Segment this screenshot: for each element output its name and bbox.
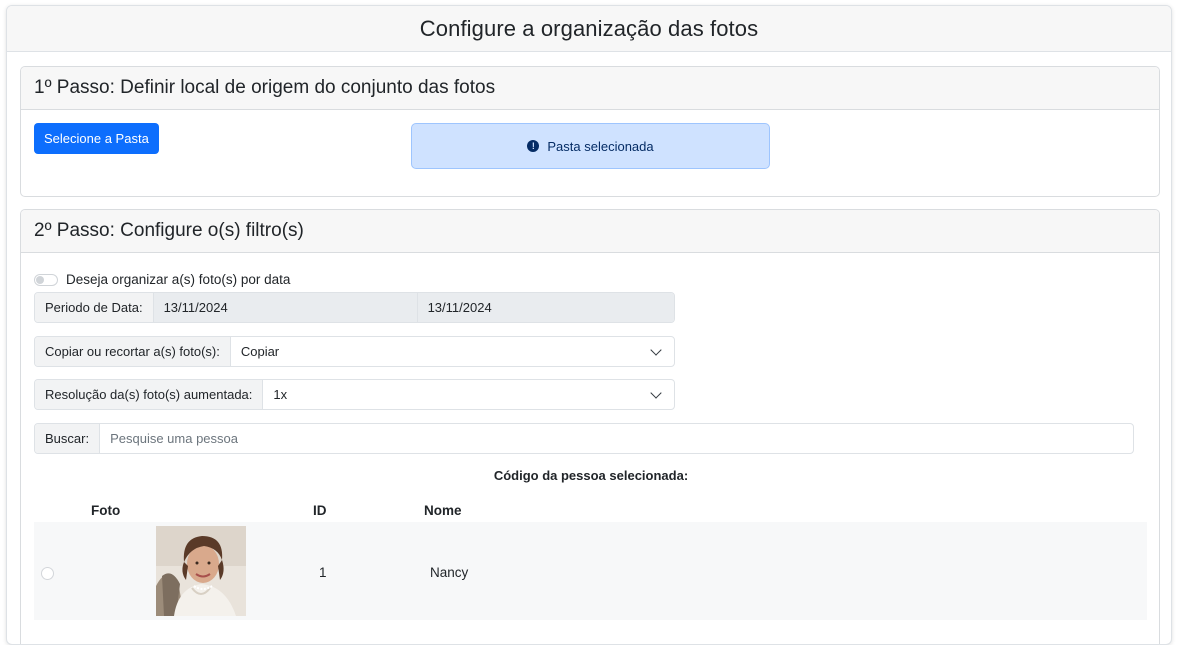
resolution-value: 1x [273,387,288,402]
column-header-id: ID [313,503,327,518]
folder-selected-alert: ! Pasta selecionada [411,123,770,169]
info-circle-icon: ! [527,140,540,152]
page-title: Configure a organização das fotos [419,15,759,41]
main-panel: Configure a organização das fotos 1º Pas… [6,5,1172,645]
step1-header: 1º Passo: Definir local de origem do con… [21,67,1159,110]
copy-or-cut-select[interactable]: Copiar [231,337,674,366]
search-input[interactable]: Pesquise uma pessoa [100,424,1133,453]
cell-name: Nancy [430,565,469,580]
date-period-label: Periodo de Data: [35,293,154,322]
people-table: Foto ID Nome 1 Nancy [34,497,1147,620]
step2-title: 2º Passo: Configure o(s) filtro(s) [34,220,304,241]
search-group: Buscar: Pesquise uma pessoa [34,423,1134,454]
step2-card: 2º Passo: Configure o(s) filtro(s) Desej… [20,209,1160,644]
date-start-field[interactable]: 13/11/2024 [153,293,417,322]
row-select-radio[interactable] [41,567,54,580]
toggle-knob [36,275,44,284]
step1-title: 1º Passo: Definir local de origem do con… [34,77,496,98]
resolution-select[interactable]: 1x [263,380,674,409]
date-end-field[interactable]: 13/11/2024 [416,293,674,322]
step2-header: 2º Passo: Configure o(s) filtro(s) [21,210,1159,253]
select-folder-button[interactable]: Selecione a Pasta [34,123,159,154]
cell-id: 1 [319,565,327,580]
organize-by-date-toggle[interactable] [34,273,58,286]
table-header-row: Foto ID Nome [34,497,1147,522]
selected-person-code-label: Código da pessoa selecionada: [493,468,689,483]
column-header-foto: Foto [91,503,121,518]
alert-text: Pasta selecionada [547,138,654,154]
page-header: Configure a organização das fotos [7,6,1171,52]
column-header-nome: Nome [424,503,462,518]
organize-by-date-label: Deseja organizar a(s) foto(s) por data [66,272,291,287]
person-photo [156,526,246,616]
copy-or-cut-group: Copiar ou recortar a(s) foto(s): Copiar [34,336,675,367]
search-label: Buscar: [35,424,101,453]
resolution-group: Resolução da(s) foto(s) aumentada: 1x [34,379,675,410]
organize-by-date-row: Deseja organizar a(s) foto(s) por data [34,272,290,287]
table-row[interactable]: 1 Nancy [34,522,1147,620]
chevron-down-icon [650,386,662,399]
selected-person-code: Código da pessoa selecionada: [21,468,1159,483]
date-period-group: Periodo de Data: 13/11/2024 13/11/2024 [34,292,675,323]
resolution-label: Resolução da(s) foto(s) aumentada: [35,380,264,409]
chevron-down-icon [650,343,662,356]
copy-or-cut-value: Copiar [240,344,280,359]
person-photo-image [156,526,246,616]
copy-or-cut-label: Copiar ou recortar a(s) foto(s): [35,337,231,366]
step1-card: 1º Passo: Definir local de origem do con… [20,66,1160,197]
